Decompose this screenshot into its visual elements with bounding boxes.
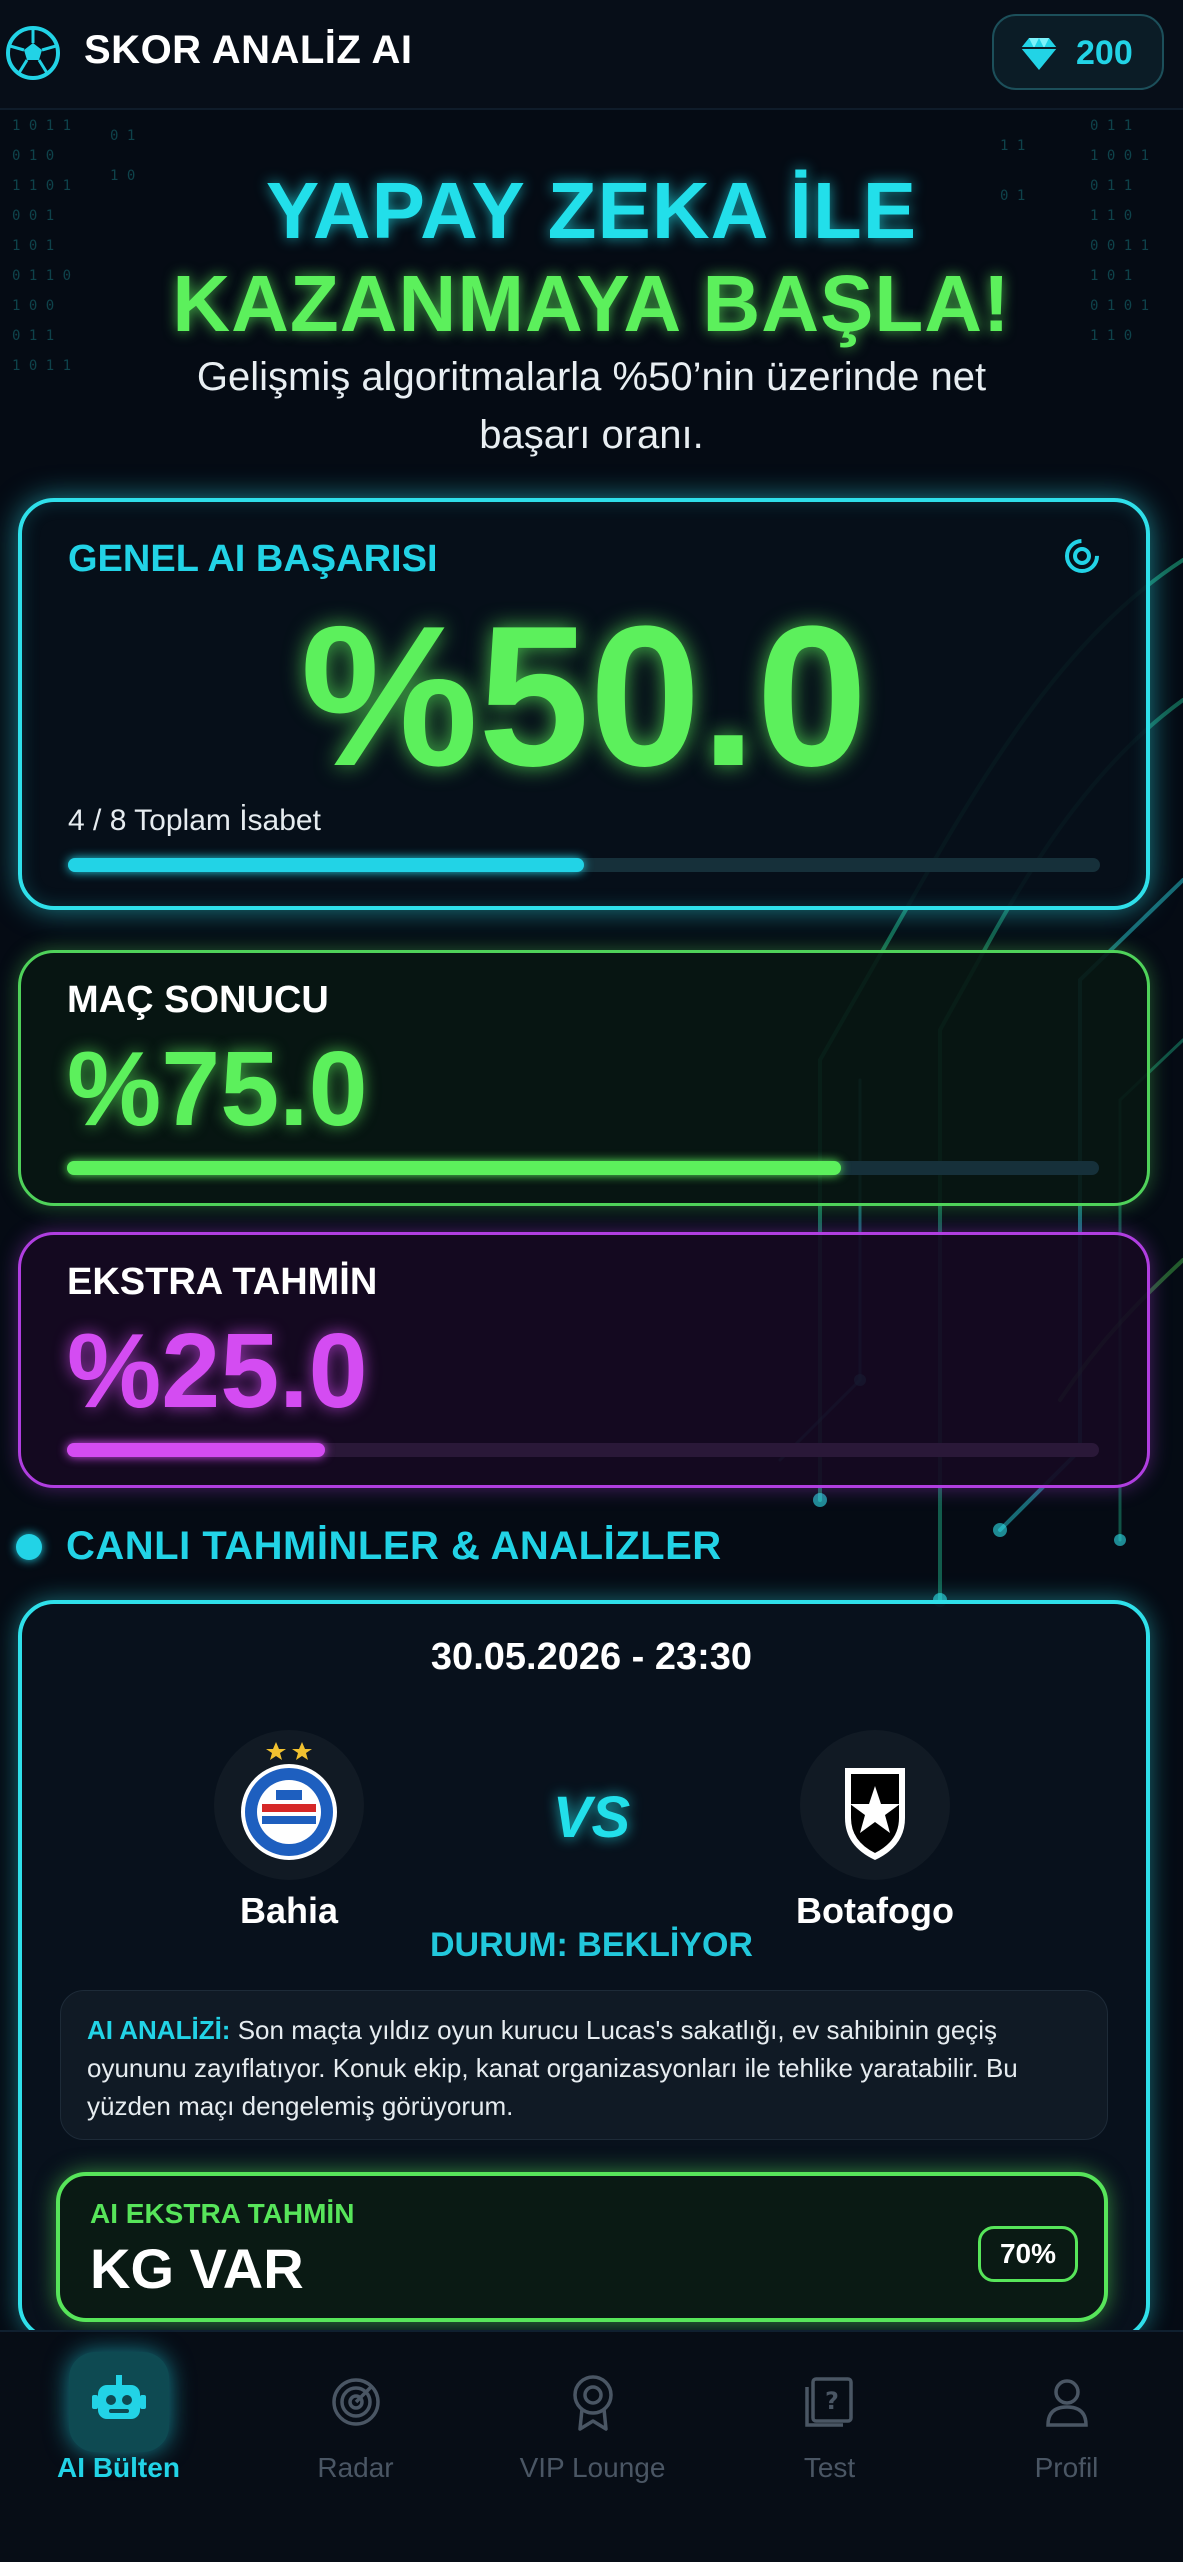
svg-text:1 0 1 1: 1 0 1 1 — [12, 118, 71, 134]
nav-icon-wrap — [306, 2352, 406, 2452]
question-board-icon: ? — [804, 2377, 853, 2427]
refresh-icon[interactable] — [1062, 536, 1102, 576]
match-status: DURUM: BEKLİYOR — [430, 1926, 753, 1964]
extra-prediction-progress-bar — [67, 1443, 1099, 1457]
nav-item-test[interactable]: ? Test — [711, 2332, 948, 2562]
confidence-badge: 70% — [978, 2226, 1078, 2282]
nav-icon-wrap: ? — [780, 2352, 880, 2452]
svg-text:0 1 1: 0 1 1 — [1090, 118, 1132, 134]
match-datetime: 30.05.2026 - 23:30 — [430, 1636, 753, 1678]
ai-analysis-box: AI ANALİZİ: Son maçta yıldız oyun kurucu… — [60, 1990, 1108, 2140]
versus-label: VS — [552, 1785, 631, 1850]
section-title: CANLI TAHMİNLER & ANALİZLER — [66, 1524, 722, 1568]
gem-count: 200 — [1076, 34, 1133, 72]
match-result-progress-bar — [67, 1161, 1099, 1175]
nav-label: VIP Lounge — [519, 2452, 666, 2483]
nav-item-radar[interactable]: Radar — [237, 2332, 474, 2562]
svg-text:?: ? — [825, 2387, 839, 2415]
nav-item-vip-lounge[interactable]: VIP Lounge — [474, 2332, 711, 2562]
svg-text:0 1 0: 0 1 0 — [12, 148, 54, 164]
ai-extra-value: KG VAR — [90, 2237, 304, 2300]
bottom-navigation: AI Bülten Radar VIP Lounge ? Test Profil — [0, 2330, 1183, 2562]
general-success-value: %50.0 — [300, 585, 868, 808]
app-header: SKOR ANALİZ AI 200 — [0, 0, 1183, 110]
extra-prediction-card: EKSTRA TAHMİN %25.0 — [18, 1232, 1150, 1488]
nav-icon-wrap — [68, 2352, 169, 2452]
extra-prediction-value: %25.0 — [67, 1312, 368, 1430]
ai-extra-prediction-box: AI EKSTRA TAHMİN KG VAR 70% — [56, 2172, 1108, 2322]
svg-text:1 1: 1 1 — [1000, 138, 1025, 154]
extra-prediction-label: EKSTRA TAHMİN — [67, 1261, 378, 1303]
match-result-value: %75.0 — [67, 1030, 368, 1148]
nav-item-ai-bulten[interactable]: AI Bülten — [0, 2332, 237, 2562]
robot-icon — [91, 2375, 146, 2419]
svg-text:1 0 1 1: 1 0 1 1 — [12, 358, 71, 374]
app-title: SKOR ANALİZ AI — [84, 28, 413, 72]
ai-extra-label: AI EKSTRA TAHMİN — [90, 2198, 355, 2229]
general-progress-fill — [68, 858, 584, 872]
gem-balance-button[interactable]: 200 — [992, 14, 1164, 90]
extra-prediction-progress-fill — [67, 1443, 325, 1457]
nav-icon-wrap — [1017, 2352, 1117, 2452]
general-progress-bar — [68, 858, 1100, 872]
ai-analysis-label: AI ANALİZİ: — [87, 2015, 231, 2045]
award-icon — [572, 2375, 613, 2431]
nav-label: Radar — [317, 2452, 394, 2483]
radar-icon — [331, 2378, 380, 2426]
nav-icon-wrap — [543, 2352, 643, 2452]
nav-label: Test — [803, 2452, 856, 2483]
live-indicator-dot — [16, 1534, 42, 1560]
general-success-label: GENEL AI BAŞARISI — [68, 538, 438, 580]
nav-item-profil[interactable]: Profil — [948, 2332, 1183, 2562]
nav-label: AI Bülten — [57, 2452, 180, 2483]
soccer-ball-icon — [6, 26, 60, 80]
hero-subtitle: Gelişmiş algoritmalarla %50’nin üzerinde… — [196, 355, 987, 457]
nav-label: Profil — [1034, 2452, 1099, 2483]
svg-text:1 0 0 1: 1 0 0 1 — [1090, 148, 1149, 164]
match-result-progress-fill — [67, 1161, 841, 1175]
match-result-card: MAÇ SONUCU %75.0 — [18, 950, 1150, 1206]
svg-text:0 1: 0 1 — [110, 128, 135, 144]
user-icon — [1045, 2379, 1088, 2427]
general-success-card: GENEL AI BAŞARISI %50.0 4 / 8 Toplam İsa… — [18, 498, 1150, 910]
match-result-label: MAÇ SONUCU — [67, 979, 329, 1021]
hero-title-line1: YAPAY ZEKA İLE — [265, 166, 918, 255]
hero-title-line2: KAZANMAYA BAŞLA! — [172, 259, 1011, 348]
diamond-icon — [1021, 38, 1057, 70]
total-hits-text: 4 / 8 Toplam İsabet — [68, 804, 321, 837]
